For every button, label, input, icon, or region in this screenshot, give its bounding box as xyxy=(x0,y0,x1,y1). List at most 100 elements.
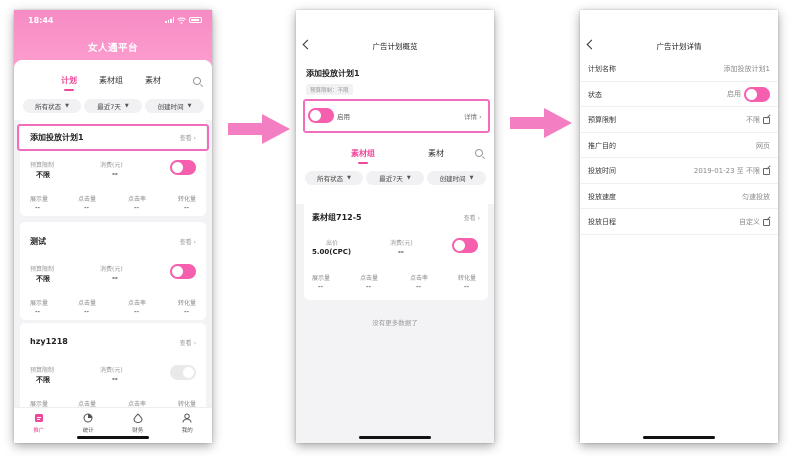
stat-label: 展示量 xyxy=(312,275,331,282)
plan-toggle[interactable] xyxy=(170,160,196,175)
plan-card[interactable]: 测试 查看 › 预算限制 不限 消费(元) -- 展示量 点击量 点击率 转化量… xyxy=(20,222,206,320)
status-toggle[interactable] xyxy=(744,86,770,102)
view-link[interactable]: 查看 › xyxy=(464,213,480,222)
filter-status[interactable]: 所有状态 ▼ xyxy=(305,171,363,185)
tab-material-group[interactable]: 素材组 xyxy=(351,148,375,159)
plan-name: 测试 xyxy=(30,237,46,246)
stat-value: -- xyxy=(35,204,41,212)
nav-bar: 广告计划概览 xyxy=(296,38,494,54)
tab-material[interactable]: 素材 xyxy=(145,75,161,86)
budget-label: 预算限制 xyxy=(30,367,55,374)
detail-row-budget[interactable]: 预算限制 不限 xyxy=(580,107,778,133)
filter-status[interactable]: 所有状态 ▼ xyxy=(23,99,81,113)
spend-label: 消费(元) xyxy=(390,240,413,247)
detail-row-schedule[interactable]: 投放日程 自定义 xyxy=(580,209,778,235)
detail-row-status: 状态 启用 xyxy=(580,82,778,107)
caret-down-icon: ▼ xyxy=(347,175,351,181)
stats-icon xyxy=(83,413,93,423)
stat-label: 展示量 xyxy=(30,196,49,203)
nav-item-profile[interactable]: 我的 xyxy=(163,408,213,443)
spend-label: 消费(元) xyxy=(100,266,123,273)
stat-label: 展示量 xyxy=(30,300,49,307)
stat-value: -- xyxy=(318,283,324,291)
plan-name: hzy1218 xyxy=(30,337,68,346)
edit-icon[interactable] xyxy=(763,167,770,175)
home-indicator xyxy=(643,436,715,439)
home-indicator xyxy=(77,436,149,439)
budget-label: 预算限制 xyxy=(30,266,55,273)
signal-icon xyxy=(165,17,174,23)
budget-value: 不限 xyxy=(36,275,50,283)
detail-row-delivery-speed: 投放速度 匀速投放 xyxy=(580,184,778,209)
stat-label: 点击率 xyxy=(410,275,429,282)
promote-icon xyxy=(34,414,43,422)
highlight-box xyxy=(303,99,490,133)
stat-value: -- xyxy=(184,308,190,316)
detail-row-delivery-time[interactable]: 投放时间 2019-01-23 至 不限 xyxy=(580,158,778,184)
edit-icon[interactable] xyxy=(763,218,770,226)
nav-item-promote[interactable]: 推广 xyxy=(14,408,64,443)
tab-material-group[interactable]: 素材组 xyxy=(99,75,123,86)
stat-label: 转化量 xyxy=(178,196,197,203)
status-time: 18:44 xyxy=(28,15,54,25)
stat-label: 点击量 xyxy=(78,196,97,203)
tab-plan[interactable]: 计划 xyxy=(61,75,77,86)
plan-toggle[interactable] xyxy=(170,264,196,279)
page-title: 广告计划详情 xyxy=(656,42,702,51)
caret-down-icon: ▼ xyxy=(469,175,474,181)
tab-material[interactable]: 素材 xyxy=(428,148,444,159)
tab-bar: 素材组 素材 xyxy=(351,148,444,159)
tab-bar: 计划 素材组 素材 xyxy=(61,75,161,86)
stat-label: 点击率 xyxy=(128,300,147,307)
search-icon[interactable] xyxy=(193,77,201,85)
battery-icon xyxy=(189,17,202,23)
spend-value: -- xyxy=(112,274,118,282)
detail-row-plan-name: 计划名称 添加投放计划1 xyxy=(580,56,778,82)
home-indicator xyxy=(359,436,431,439)
page-title: 广告计划概览 xyxy=(372,42,418,51)
flow-arrow-icon xyxy=(510,108,572,138)
finance-icon xyxy=(133,413,143,423)
budget-value: 不限 xyxy=(36,376,50,384)
group-toggle[interactable] xyxy=(452,238,478,253)
filter-sort[interactable]: 创建时间 ▼ xyxy=(145,99,204,113)
stat-label: 转化量 xyxy=(458,275,477,282)
plan-toggle[interactable] xyxy=(170,365,196,380)
filter-date-range[interactable]: 最近7天 ▼ xyxy=(366,171,424,185)
stat-value: -- xyxy=(84,204,90,212)
bid-label: 出价 xyxy=(326,240,339,247)
status-bar: 18:44 xyxy=(14,10,212,30)
stat-label: 点击量 xyxy=(78,300,97,307)
stat-value: -- xyxy=(134,204,140,212)
filter-sort[interactable]: 创建时间 ▼ xyxy=(427,171,486,185)
phone-screen-plan-overview: 广告计划概览 添加投放计划1 预算限制：不限 启用 详情 › 素材组 素材 所有… xyxy=(296,10,494,443)
no-more-data-text: 没有更多数据了 xyxy=(372,319,418,327)
spend-value: -- xyxy=(398,248,404,256)
flow-arrow-icon xyxy=(228,114,290,144)
caret-down-icon: ▼ xyxy=(124,103,129,109)
caret-down-icon: ▼ xyxy=(187,103,192,109)
highlight-box xyxy=(17,124,209,151)
bid-value: 5.00(CPC) xyxy=(312,248,352,256)
spend-label: 消费(元) xyxy=(100,162,123,169)
caret-down-icon: ▼ xyxy=(65,103,69,109)
material-group-card[interactable]: 素材组712-5 查看 › 出价 5.00(CPC) 消费(元) -- 展示量 … xyxy=(304,200,488,300)
spend-label: 消费(元) xyxy=(100,367,123,374)
page-title: 女人通平台 xyxy=(87,43,138,54)
search-icon[interactable] xyxy=(475,149,483,157)
caret-down-icon: ▼ xyxy=(406,175,411,181)
phone-screen-plan-detail: 广告计划详情 计划名称 添加投放计划1 状态 启用 预算限制 不限 推广目的 网… xyxy=(580,10,778,443)
edit-icon[interactable] xyxy=(763,116,770,124)
stat-label: 转化量 xyxy=(178,300,197,307)
view-link[interactable]: 查看 › xyxy=(180,338,196,347)
budget-label: 预算限制 xyxy=(30,162,55,169)
view-link[interactable]: 查看 › xyxy=(180,237,196,246)
budget-value: 不限 xyxy=(36,171,50,179)
plan-card[interactable]: hzy1218 查看 › 预算限制 不限 消费(元) -- 展示量 点击量 点击… xyxy=(20,323,206,413)
stat-value: -- xyxy=(35,308,41,316)
stat-value: -- xyxy=(134,308,140,316)
stat-value: -- xyxy=(184,204,190,212)
filter-date-range[interactable]: 最近7天 ▼ xyxy=(84,99,142,113)
budget-badge: 预算限制：不限 xyxy=(306,84,353,95)
stat-value: -- xyxy=(84,308,90,316)
